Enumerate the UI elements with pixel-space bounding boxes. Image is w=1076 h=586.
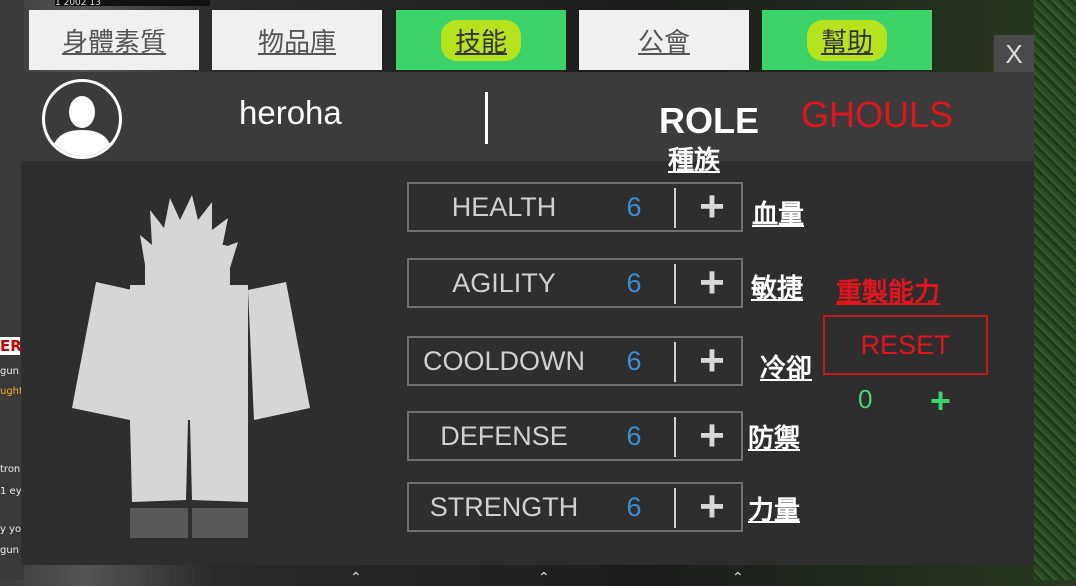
stat-separator bbox=[674, 342, 676, 382]
defense-plus-button[interactable]: + bbox=[687, 413, 737, 459]
stat-cn-label: 防禦 bbox=[748, 424, 801, 454]
background-top-strip: 1 2002 13 bbox=[55, 0, 210, 6]
panel-header: heroha ROLE GHOULS bbox=[21, 72, 1034, 161]
stat-cn-label: 冷卻 bbox=[760, 354, 813, 384]
chevron-up-icon: ⌃ bbox=[350, 570, 362, 586]
stat-row-agility: AGILITY 6 + bbox=[407, 258, 743, 308]
header-divider bbox=[485, 92, 488, 144]
stat-row-health: HEALTH 6 + bbox=[407, 182, 743, 232]
stat-row-strength: STRENGTH 6 + bbox=[407, 482, 743, 532]
stat-name: AGILITY bbox=[452, 268, 556, 298]
reset-plus-button[interactable]: + bbox=[930, 380, 951, 422]
tab-skills[interactable]: 技能 bbox=[396, 10, 566, 70]
role-cn-label: 種族 bbox=[668, 146, 721, 176]
stat-name: STRENGTH bbox=[429, 492, 579, 522]
tab-help[interactable]: 幫助 bbox=[762, 10, 932, 70]
stat-separator bbox=[674, 264, 676, 304]
stat-value: 6 bbox=[626, 268, 642, 298]
stat-value: 6 bbox=[626, 421, 642, 451]
chevron-up-icon: ⌃ bbox=[732, 570, 744, 586]
username: heroha bbox=[239, 94, 342, 131]
stat-cn-label: 力量 bbox=[748, 496, 801, 526]
stat-name: COOLDOWN bbox=[423, 346, 585, 376]
tab-physique[interactable]: 身體素質 bbox=[29, 10, 199, 70]
health-plus-button[interactable]: + bbox=[687, 184, 737, 230]
role-value: GHOULS bbox=[801, 94, 954, 135]
background-grass bbox=[1034, 0, 1076, 580]
character-figure bbox=[72, 195, 310, 538]
stat-value: 6 bbox=[626, 346, 642, 376]
stat-separator bbox=[674, 488, 676, 528]
tab-label: 幫助 bbox=[806, 19, 887, 61]
stat-row-cooldown: COOLDOWN 6 + bbox=[407, 336, 743, 386]
stat-cn-label: 血量 bbox=[752, 200, 805, 230]
chat-line: 1 ey bbox=[0, 486, 22, 497]
stat-name: DEFENSE bbox=[440, 421, 568, 451]
stat-value: 6 bbox=[626, 192, 642, 222]
avatar bbox=[42, 79, 122, 159]
chevron-up-icon: ⌃ bbox=[538, 570, 550, 586]
chat-line: ER bbox=[0, 337, 22, 355]
cooldown-plus-button[interactable]: + bbox=[687, 338, 737, 384]
reset-cn-label: 重製能力 bbox=[836, 278, 941, 308]
tab-label: 物品庫 bbox=[257, 27, 336, 58]
strength-plus-button[interactable]: + bbox=[687, 484, 737, 530]
stat-separator bbox=[674, 188, 676, 228]
chat-line: gun bbox=[0, 545, 20, 556]
tab-label: 公會 bbox=[637, 27, 690, 58]
tab-label: 技能 bbox=[440, 19, 521, 61]
user-silhouette-icon bbox=[51, 96, 113, 156]
stat-cn-label: 敏捷 bbox=[751, 274, 804, 304]
reset-count: 0 bbox=[858, 384, 873, 414]
stat-value: 6 bbox=[626, 492, 642, 522]
reset-button[interactable]: RESET bbox=[823, 315, 988, 375]
chat-line: ught bbox=[0, 386, 23, 397]
stat-name: HEALTH bbox=[451, 192, 557, 222]
tab-guild[interactable]: 公會 bbox=[579, 10, 749, 70]
role-label: ROLE bbox=[659, 100, 760, 141]
chat-line: tron bbox=[0, 464, 21, 475]
tab-inventory[interactable]: 物品庫 bbox=[212, 10, 382, 70]
close-button[interactable]: X bbox=[994, 35, 1034, 73]
chat-line: gun bbox=[0, 366, 20, 377]
stat-separator bbox=[674, 417, 676, 457]
stat-row-defense: DEFENSE 6 + bbox=[407, 411, 743, 461]
tab-label: 身體素質 bbox=[61, 27, 166, 58]
agility-plus-button[interactable]: + bbox=[687, 260, 737, 306]
